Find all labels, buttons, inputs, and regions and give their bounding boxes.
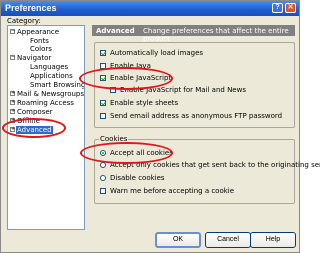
auto-load-images-label[interactable]: Automatically load images bbox=[110, 49, 203, 57]
tree-item-label: Appearance bbox=[17, 28, 60, 36]
help-icon[interactable]: ? bbox=[272, 3, 283, 13]
enable-style-sheets-label[interactable]: Enable style sheets bbox=[110, 99, 178, 107]
expand-icon[interactable]: + bbox=[10, 109, 15, 114]
annotation-oval-advanced bbox=[2, 118, 66, 138]
collapse-icon[interactable]: − bbox=[10, 29, 15, 34]
panel-description: Change preferences that affect the entir… bbox=[143, 27, 289, 43]
annotation-oval-javascript bbox=[79, 67, 173, 90]
tree-item-label: Applications bbox=[30, 72, 73, 80]
tree-item-label: Smart Browsing bbox=[30, 81, 85, 89]
category-label: Category: bbox=[7, 17, 41, 25]
preferences-window: Preferences ? ✕ Category: − Appearance F… bbox=[0, 0, 320, 253]
tree-item-label: Languages bbox=[30, 63, 69, 71]
ok-button[interactable]: OK bbox=[155, 232, 201, 248]
annotation-oval-accept-cookies bbox=[80, 142, 173, 164]
expand-icon[interactable]: + bbox=[10, 91, 15, 96]
warn-cookie-label[interactable]: Warn me before accepting a cookie bbox=[110, 187, 234, 195]
window-title: Preferences bbox=[5, 3, 57, 13]
warn-cookie-checkbox[interactable] bbox=[100, 188, 106, 194]
tree-item-label: Fonts bbox=[30, 37, 49, 45]
disable-cookies-label[interactable]: Disable cookies bbox=[110, 174, 165, 182]
cancel-button[interactable]: Cancel bbox=[205, 232, 251, 248]
tree-item-label: Roaming Access bbox=[17, 99, 74, 107]
close-icon[interactable]: ✕ bbox=[285, 3, 296, 13]
title-bar: Preferences ? ✕ bbox=[1, 1, 299, 16]
tree-item-label: Mail & Newsgroups bbox=[17, 90, 85, 98]
help-button[interactable]: Help bbox=[250, 232, 296, 248]
auto-load-images-checkbox[interactable] bbox=[100, 50, 106, 56]
tree-item-label: Composer bbox=[17, 108, 53, 116]
tree-item-label: Navigator bbox=[17, 54, 52, 62]
panel-title: Advanced bbox=[96, 27, 135, 35]
disable-cookies-radio[interactable] bbox=[100, 175, 106, 181]
originating-server-cookies-radio[interactable] bbox=[100, 162, 106, 168]
expand-icon[interactable]: + bbox=[10, 100, 15, 105]
ftp-password-label[interactable]: Send email address as anonymous FTP pass… bbox=[110, 112, 282, 120]
panel-header: Advanced Change preferences that affect … bbox=[92, 25, 295, 43]
ftp-password-checkbox[interactable] bbox=[100, 113, 106, 119]
collapse-icon[interactable]: − bbox=[10, 55, 15, 60]
tree-item-label: Colors bbox=[30, 45, 52, 53]
enable-style-sheets-checkbox[interactable] bbox=[100, 100, 106, 106]
